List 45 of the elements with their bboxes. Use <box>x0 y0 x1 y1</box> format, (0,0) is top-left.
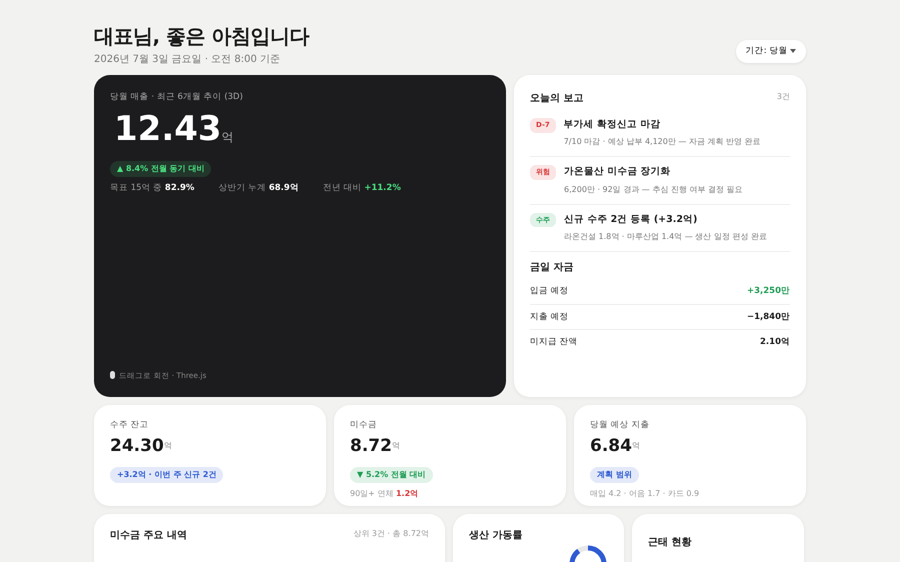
kpi-label: 미수금 <box>350 419 378 432</box>
period-dropdown[interactable]: 기간: 당월 <box>736 40 806 63</box>
chart-caption: 당월 매출 · 최근 6개월 추이 (3D) <box>110 91 244 104</box>
unit-label: 억 <box>632 440 640 452</box>
kpi-badge: +3.2억 · 이번 주 신규 2건 <box>110 467 224 484</box>
cash-value: 2.10억 <box>760 336 790 349</box>
cash-label: 입금 예정 <box>530 284 569 298</box>
kpi-badge: ▼ 5.2% 전월 대비 <box>350 467 433 484</box>
revenue-value: 12.43 <box>114 112 222 146</box>
stat-text: 목표 15억 중 82.9% <box>110 182 194 194</box>
kpi-value: 8.72 <box>350 436 392 456</box>
date-subtitle: 2026년 7월 3일 금요일 · 오전 8:00 기준 <box>94 53 282 67</box>
cash-title: 금일 자금 <box>530 260 574 275</box>
card-title: 생산 가동률 <box>469 529 522 543</box>
kpi-badge: 계획 범위 <box>590 467 639 484</box>
mouse-icon <box>110 371 115 380</box>
kpi-label: 수주 잔고 <box>110 419 150 432</box>
report-item-title: 신규 수주 2건 등록 (+3.2억) <box>564 212 698 226</box>
cash-label: 지출 예정 <box>530 310 569 324</box>
kpi-value: 24.30 <box>110 436 164 456</box>
report-item-title: 가온물산 미수금 장기화 <box>564 165 672 180</box>
kpi-value: 6.84 <box>590 436 632 456</box>
stat-text: 전년 대비 +11.2% <box>322 182 401 194</box>
kpi-note: 매입 4.2 · 어음 1.7 · 카드 0.9 <box>590 488 700 500</box>
unit-label: 억 <box>222 128 234 146</box>
report-item-detail: 라온건설 1.8억 · 마루산업 1.4억 — 생산 일정 편성 완료 <box>564 230 767 243</box>
report-count: 3건 <box>776 91 790 103</box>
report-item-title: 부가세 확정신고 마감 <box>564 118 662 132</box>
card-meta: 상위 3건 · 총 8.72억 <box>353 528 429 540</box>
unit-label: 억 <box>392 440 400 452</box>
stat-text: 상반기 누계 68.9억 <box>218 182 299 194</box>
caret-icon <box>790 48 796 53</box>
cash-value: +3,250만 <box>746 284 790 298</box>
cash-value: −1,840만 <box>746 310 790 324</box>
card-title: 미수금 주요 내역 <box>110 529 187 543</box>
unit-label: 억 <box>164 440 172 452</box>
report-title: 오늘의 보고 <box>530 92 584 106</box>
report-item-detail: 7/10 마감 · 예상 납부 4,120만 — 자금 계획 반영 완료 <box>564 136 761 148</box>
kpi-label: 당월 예상 지출 <box>590 419 650 432</box>
page-title: 대표님, 좋은 아침입니다 <box>94 24 310 48</box>
cash-label: 미지급 잔액 <box>530 336 578 349</box>
kpi-note: 90일+ 연체 1.2억 <box>350 488 420 500</box>
card-title: 근태 현황 <box>648 537 692 548</box>
change-badge: ▲ 8.4% 전월 동기 대비 <box>110 160 212 177</box>
report-item-detail: 6,200만 · 92일 경과 — 추심 진행 여부 결정 필요 <box>564 184 743 196</box>
